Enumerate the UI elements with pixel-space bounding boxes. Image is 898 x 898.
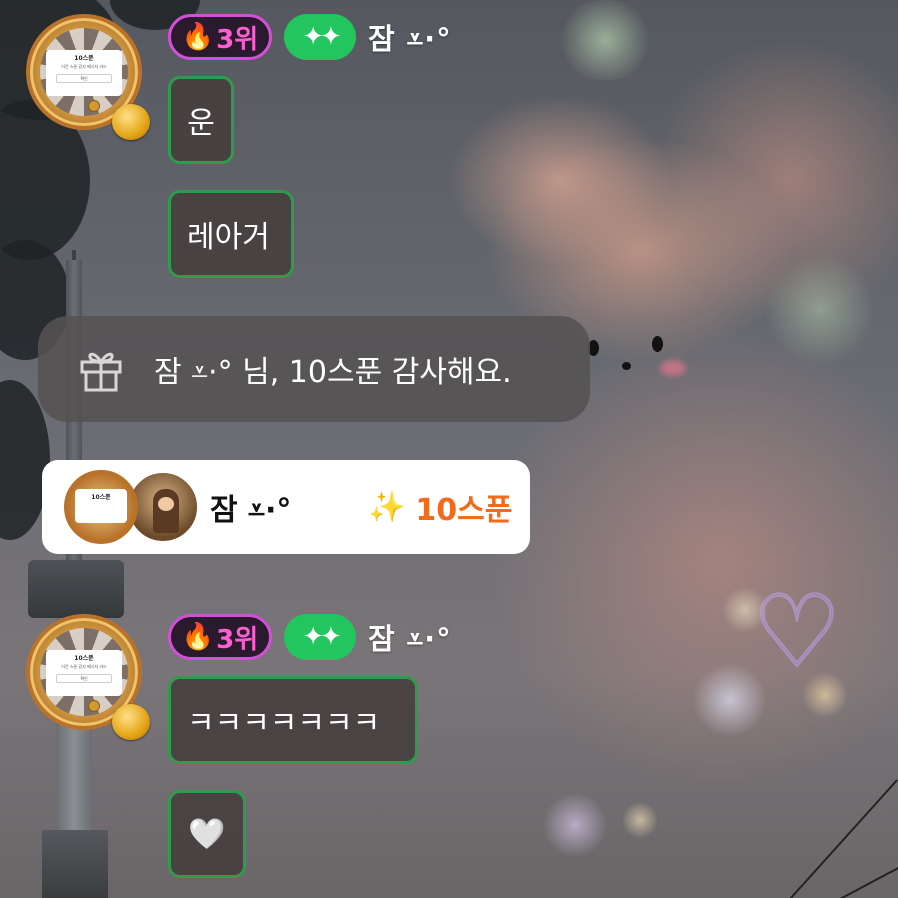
avatar-mini-button: 확인	[56, 74, 112, 83]
avatar-mini-title: 10스푼	[74, 655, 94, 662]
avatar-image: 10스푼 이건 스푼 감사 메시지 카드 확인	[40, 628, 128, 716]
rank-badge[interactable]: 🔥 3위	[168, 614, 272, 660]
chat-bubble[interactable]: ㅋㅋㅋㅋㅋㅋㅋ	[168, 676, 418, 764]
medal-icon	[112, 104, 150, 140]
sparkles-icon[interactable]: ✦✦	[284, 14, 356, 60]
coin-icon	[88, 100, 100, 112]
chat-bubble-text: ㅋㅋㅋㅋㅋㅋㅋ	[187, 706, 381, 741]
spoon-amount: 10스푼	[415, 493, 513, 528]
chat-bubble-text: 레아거	[187, 220, 270, 255]
message-header: 🔥 3위 ✦✦ 잠 ⩡·°	[168, 14, 452, 60]
fire-icon: 🔥	[181, 22, 215, 52]
donation-avatars: 10스푼	[42, 460, 200, 554]
chat-bubble[interactable]: 운	[168, 76, 234, 164]
avatar-mini-card: 10스푼 이건 스푼 감사 메시지 카드 확인	[46, 650, 122, 696]
avatar-image: 10스푼 이건 스푼 감사 메시지 카드 확인	[40, 28, 128, 116]
spoon-donation-card[interactable]: 10스푼 잠 ⩡·° ✨ 10스푼	[42, 460, 530, 554]
donor-avatar-card: 10스푼	[75, 489, 127, 523]
avatar-mini-button: 확인	[56, 674, 112, 683]
username[interactable]: 잠 ⩡·°	[368, 16, 452, 58]
coin-icon	[88, 700, 100, 712]
message-header: 🔥 3위 ✦✦ 잠 ⩡·°	[168, 614, 452, 660]
gift-thanks-text: 잠 ⩡·° 님, 10스푼 감사해요.	[154, 355, 512, 390]
rank-label: 3위	[216, 24, 259, 55]
rank-label: 3위	[216, 624, 259, 655]
heart-icon: 🤍	[188, 816, 226, 852]
avatar-mini-card: 10스푼 이건 스푼 감사 메시지 카드 확인	[46, 50, 122, 96]
chat-bubble[interactable]: 레아거	[168, 190, 294, 278]
donor-avatar: 10스푼	[64, 470, 138, 544]
avatar-mini-text: 이건 스푼 감사 메시지 카드	[61, 664, 107, 669]
avatar-mini-title: 10스푼	[74, 55, 94, 62]
avatar-mini-text: 이건 스푼 감사 메시지 카드	[61, 64, 107, 69]
rank-badge[interactable]: 🔥 3위	[168, 14, 272, 60]
gift-thanks-banner: 잠 ⩡·° 님, 10스푼 감사해요.	[38, 316, 590, 422]
fire-icon: 🔥	[181, 622, 215, 652]
gift-icon	[76, 344, 126, 394]
chat-bubble-text: 운	[187, 106, 215, 141]
username[interactable]: 잠 ⩡·°	[368, 616, 452, 658]
sparkles-icon[interactable]: ✦✦	[284, 614, 356, 660]
chat-bubble[interactable]: 🤍	[168, 790, 246, 878]
medal-icon	[112, 704, 150, 740]
donor-username: 잠 ⩡·°	[210, 493, 292, 528]
sparkler-icon: ✨	[368, 489, 406, 525]
donor-avatar-title: 10스푼	[91, 494, 111, 501]
